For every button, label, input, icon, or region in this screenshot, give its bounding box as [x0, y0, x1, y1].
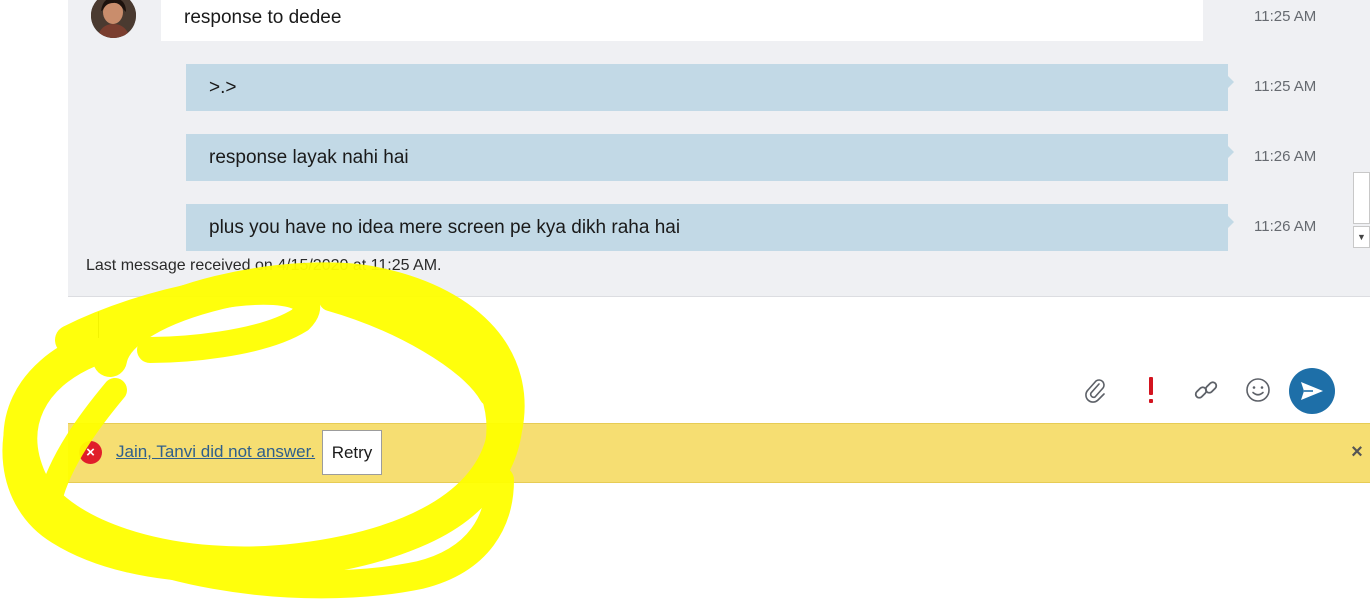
send-button[interactable]	[1289, 368, 1335, 414]
chevron-down-icon: ▼	[1357, 232, 1366, 242]
emoji-button[interactable]	[1240, 372, 1276, 408]
exclamation-icon	[1149, 377, 1153, 403]
message-text: >.>	[209, 76, 237, 98]
message-input[interactable]	[68, 297, 1370, 421]
insert-link-button[interactable]	[1188, 372, 1224, 408]
paperclip-icon	[1085, 379, 1105, 403]
retry-button[interactable]: Retry	[322, 430, 382, 475]
close-icon[interactable]: ×	[1348, 440, 1366, 464]
message-timestamp: 11:26 AM	[1254, 218, 1317, 235]
last-received-status: Last message received on 4/15/2020 at 11…	[86, 257, 442, 274]
link-icon	[1194, 381, 1218, 399]
attach-file-button[interactable]	[1077, 372, 1113, 408]
error-glyph: ×	[86, 444, 95, 461]
high-importance-button[interactable]	[1133, 372, 1169, 408]
send-icon	[1301, 382, 1323, 400]
smiley-icon	[1246, 378, 1270, 402]
message-bubble-outgoing: >.>	[186, 64, 1234, 111]
contact-status-link[interactable]: Jain, Tanvi did not answer.	[116, 442, 315, 462]
message-text: plus you have no idea mere screen pe kya…	[209, 216, 681, 238]
message-text: response layak nahi hai	[209, 146, 409, 168]
error-icon: ×	[79, 441, 102, 464]
message-timestamp: 11:26 AM	[1254, 148, 1317, 165]
message-timestamp: 11:25 AM	[1254, 78, 1317, 95]
message-text: response to dedee	[184, 6, 342, 28]
message-bubble-incoming: response to dedee	[161, 0, 1203, 41]
message-bubble-outgoing: response layak nahi hai	[186, 134, 1234, 181]
text-caret	[98, 312, 99, 338]
message-timestamp: 11:25 AM	[1254, 8, 1317, 25]
scrollbar-thumb[interactable]	[1353, 172, 1370, 224]
message-bubble-outgoing: plus you have no idea mere screen pe kya…	[186, 204, 1234, 251]
scroll-down-button[interactable]: ▼	[1353, 226, 1370, 248]
